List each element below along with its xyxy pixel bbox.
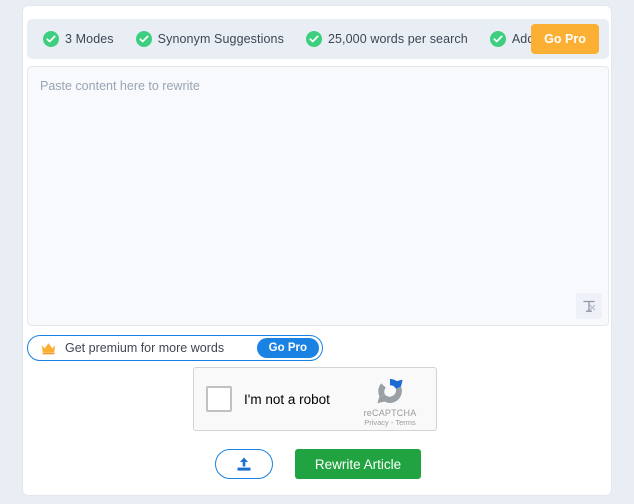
feature-item-word-limit: 25,000 words per search: [305, 31, 468, 47]
text-cursor-icon: [582, 300, 595, 312]
check-circle-icon: [305, 31, 322, 47]
go-pro-button-banner[interactable]: Go Pro: [256, 338, 319, 358]
feature-bar: 3 Modes Synonym Suggestions 25,000 words…: [27, 19, 609, 59]
feature-label: 25,000 words per search: [327, 32, 468, 46]
upload-button[interactable]: [214, 449, 273, 479]
recaptcha-brand-links[interactable]: Privacy - Terms: [354, 418, 426, 427]
content-textarea[interactable]: [28, 67, 608, 325]
recaptcha-logo-icon: [377, 379, 403, 404]
check-circle-icon: [489, 31, 506, 47]
feature-label: Synonym Suggestions: [157, 32, 284, 46]
recaptcha-label: I'm not a robot: [244, 391, 330, 407]
premium-banner-text: Get premium for more words: [65, 341, 225, 355]
main-card: 3 Modes Synonym Suggestions 25,000 words…: [22, 5, 612, 496]
rewrite-article-button[interactable]: Rewrite Article: [294, 449, 422, 479]
recaptcha-widget[interactable]: I'm not a robot reCAPTCHA Privacy - Term…: [193, 367, 437, 431]
go-pro-button-top[interactable]: Go Pro: [531, 24, 599, 54]
feature-label: 3 Modes: [65, 32, 114, 46]
check-circle-icon: [43, 31, 59, 47]
recaptcha-brand: reCAPTCHA Privacy - Terms: [354, 375, 426, 427]
feature-item-synonyms: Synonym Suggestions: [135, 31, 284, 47]
recaptcha-checkbox[interactable]: [206, 386, 232, 412]
premium-banner[interactable]: Get premium for more words Go Pro: [27, 335, 323, 361]
feature-item-modes: 3 Modes: [43, 31, 114, 47]
content-editor[interactable]: [27, 66, 609, 326]
upload-icon: [237, 457, 251, 471]
recaptcha-brand-name: reCAPTCHA: [363, 408, 417, 418]
action-bar: Rewrite Article: [23, 449, 613, 479]
crown-icon: [41, 342, 56, 354]
check-circle-icon: [135, 31, 152, 47]
text-cursor-icon-button[interactable]: [576, 293, 602, 319]
